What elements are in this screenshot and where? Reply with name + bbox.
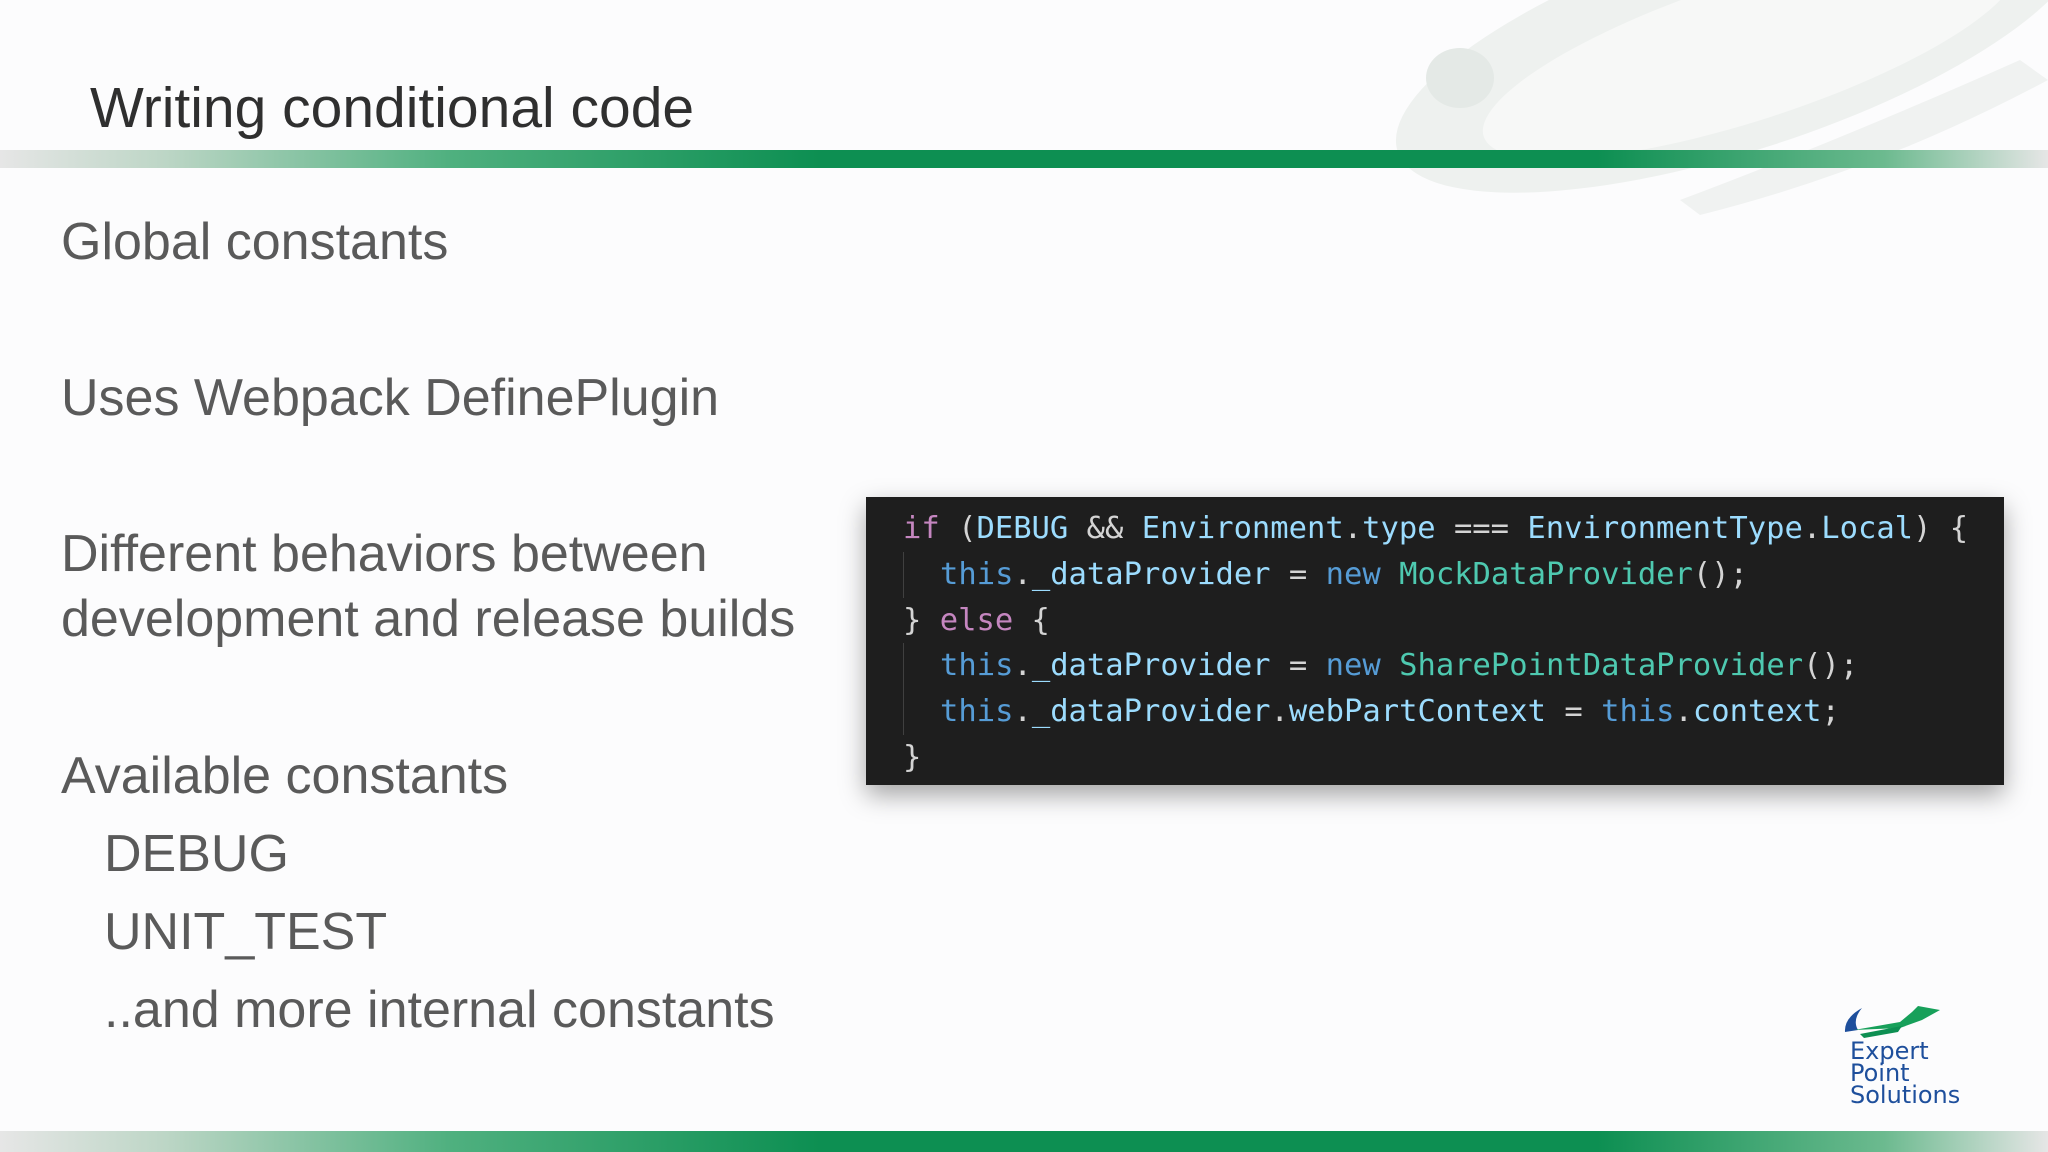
code-token: } (903, 602, 940, 638)
code-token: this (940, 694, 1014, 730)
logo-swoosh-icon (1844, 1008, 1862, 1032)
indent-guide (903, 551, 940, 598)
code-token: { (1013, 602, 1050, 638)
code-token: context (1692, 694, 1822, 730)
code-token: . (1013, 556, 1032, 592)
code-token: type (1362, 511, 1436, 546)
bullet-uses-webpack: Uses Webpack DefinePlugin (61, 369, 720, 427)
logo-wing-icon (1854, 1006, 1940, 1030)
code-token: . (1802, 511, 1822, 546)
bullet-available-constants: Available constants (61, 747, 509, 805)
bullet-different-behaviors-line1: Different behaviors between (61, 525, 708, 583)
code-token: . (1674, 694, 1693, 730)
background-watermark (1395, 0, 2048, 215)
code-token: SharePointDataProvider (1399, 648, 1804, 684)
code-token: MockDataProvider (1399, 556, 1693, 592)
logo-line-solutions: Solutions (1850, 1081, 1961, 1109)
code-token: ( (939, 511, 977, 546)
code-token: new (1325, 556, 1381, 592)
code-token: = (1546, 694, 1602, 730)
bullet-global-constants: Global constants (61, 213, 449, 271)
sub-bullet-debug: DEBUG (104, 825, 289, 883)
code-token: webPartContext (1288, 694, 1546, 730)
code-token: . (1343, 511, 1363, 546)
code-token: . (1013, 694, 1032, 730)
code-line-3: } else { (903, 598, 2004, 644)
code-token: _dataProvider (1031, 648, 1271, 684)
code-token: _dataProvider (1031, 694, 1271, 730)
code-token: else (939, 602, 1014, 638)
code-line-4: this._dataProvider = new SharePointDataP… (903, 643, 2004, 690)
code-line-2: this._dataProvider = new MockDataProvide… (903, 551, 2004, 598)
code-line-6: } (903, 735, 2004, 781)
code-token: EnvironmentType (1527, 511, 1803, 546)
code-token: (); (1692, 556, 1749, 592)
code-token: if (903, 511, 940, 546)
sub-bullet-and-more: ..and more internal constants (104, 981, 775, 1039)
bullet-different-behaviors-line2: development and release builds (61, 590, 796, 648)
code-snippet: if (DEBUG && Environment.type === Enviro… (866, 497, 2004, 785)
footer-divider (0, 1131, 2048, 1152)
slide-title: Writing conditional code (90, 76, 695, 140)
code-token: DEBUG (976, 511, 1069, 546)
code-token: === (1435, 511, 1528, 546)
code-token: this (940, 556, 1014, 592)
code-line-5: this._dataProvider.webPartContext = this… (903, 689, 2004, 735)
code-token: = (1270, 556, 1326, 592)
code-token: _dataProvider (1031, 556, 1271, 592)
sub-bullet-unit-test: UNIT_TEST (104, 903, 388, 961)
code-token: ; (1821, 694, 1840, 730)
indent-guide (903, 689, 940, 735)
title-divider (0, 150, 2048, 168)
code-token: = (1270, 648, 1326, 684)
code-token: Environment (1141, 511, 1344, 546)
code-token: ) { (1913, 511, 1969, 546)
code-line-1: if (DEBUG && Environment.type === Enviro… (903, 506, 2004, 552)
code-token: (); (1803, 648, 1859, 684)
code-token: . (1270, 694, 1289, 730)
code-token: this (1601, 694, 1675, 730)
slide: Writing conditional code Global constant… (0, 0, 2048, 1152)
code-token: Local (1821, 511, 1914, 546)
code-token: } (903, 739, 922, 775)
code-token: && (1068, 511, 1142, 546)
code-token: new (1325, 648, 1381, 684)
code-token: this (940, 648, 1014, 684)
logo-text: Expert Point Solutions (1850, 1039, 1961, 1109)
code-token: . (1013, 648, 1032, 684)
indent-guide (903, 643, 940, 690)
